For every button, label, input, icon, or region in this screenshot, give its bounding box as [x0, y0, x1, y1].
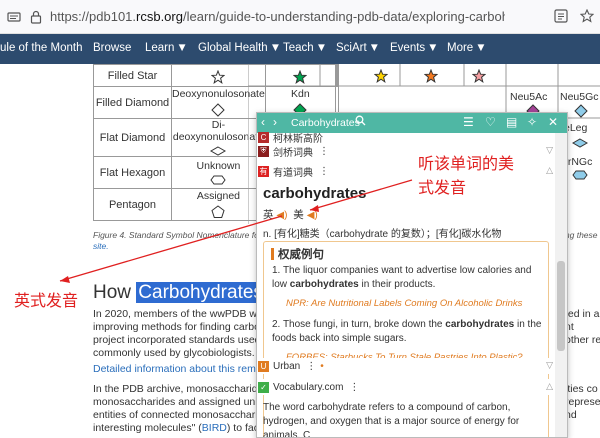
nav-item-more[interactable]: More ▼ [447, 42, 487, 54]
back-arrow-icon[interactable]: ‹ [261, 115, 265, 129]
scrollbar-thumb[interactable] [557, 261, 565, 351]
chevron-down-icon[interactable]: ▽ [546, 360, 553, 371]
chevron-up-icon[interactable]: △ [546, 381, 553, 392]
forward-arrow-icon[interactable]: › [273, 115, 277, 129]
definition: n. [有化]糖类（carbohydrate 的复数）；[有化]碳水化物 [263, 229, 502, 240]
white-flat-diamond-shape [210, 146, 227, 156]
vocabulary-check-icon: ✓ [258, 381, 269, 393]
chevron-up-icon[interactable]: △ [546, 165, 553, 176]
white-hexagon-shape [210, 175, 227, 185]
nav-item-molecule-of-the-month[interactable]: ule of the Month [0, 42, 82, 54]
favorite-heart-icon[interactable]: ♡ [485, 115, 496, 129]
page-info-icon[interactable] [6, 9, 22, 25]
selected-word[interactable]: Carbohydrates [136, 282, 265, 303]
lock-icon[interactable] [28, 9, 44, 25]
paragraph-2-right: ities co represe nd [565, 383, 600, 421]
popup-scrollbar[interactable] [555, 133, 567, 437]
cell-name: Neu5Gc [560, 91, 599, 103]
uk-speaker-icon[interactable]: ◀) [276, 210, 287, 221]
example-2: 2. Those fungi, in turn, broke down the … [272, 319, 542, 344]
wordbook-icon[interactable]: ▤ [506, 115, 517, 129]
white-diamond-shape [211, 103, 226, 117]
nav-item-global-health[interactable]: Global Health ▼ [198, 42, 281, 54]
more-options-icon[interactable]: ⋮ [319, 166, 329, 177]
flame-icon: • [320, 360, 324, 372]
section-marker [271, 248, 274, 260]
row-label: Flat Diamond [93, 118, 172, 157]
source-vocabulary[interactable]: ✓ Vocabulary.com ⋮ △ [257, 379, 553, 395]
collins-icon: C [258, 131, 269, 143]
reader-view-icon[interactable] [554, 9, 568, 26]
chevron-down-icon[interactable]: ▽ [546, 145, 553, 156]
youdao-icon: 有 [258, 165, 269, 177]
chevron-down-icon: ▼ [269, 42, 282, 54]
white-star-shape [211, 70, 226, 84]
site-navigation: ule of the Month Browse Learn ▼ Global He… [0, 34, 600, 64]
annotation-us-pronunciation: 听该单词的美 式发音 [418, 154, 515, 197]
close-icon[interactable]: ✕ [548, 115, 558, 129]
annotation-uk-pronunciation: 英式发音 [14, 291, 79, 310]
chevron-down-icon: ▼ [427, 42, 439, 54]
chevron-down-icon: ▼ [176, 42, 188, 54]
paragraph-1-right: ted in a nt other repo [565, 308, 600, 346]
row-label: Filled Diamond [93, 86, 172, 119]
paragraph-2: In the PDB archive, monosaccharides mono… [93, 383, 263, 434]
nav-item-learn[interactable]: Learn ▼ [145, 42, 188, 54]
chevron-down-icon: ▼ [368, 42, 381, 54]
nav-item-events[interactable]: Events ▼ [390, 42, 439, 54]
bird-link[interactable]: BIRD [202, 422, 227, 434]
caption-link[interactable]: site. [93, 241, 109, 251]
chevron-down-icon: ▼ [315, 42, 328, 54]
row-label: Flat Hexagon [93, 156, 172, 189]
detailed-info-link[interactable]: Detailed information about this remed [93, 363, 263, 376]
yellow-star-shape [374, 69, 388, 83]
row-label: Pentagon [93, 188, 172, 221]
urban-icon: U [258, 360, 269, 372]
light-blue-diamond-shape [574, 104, 588, 118]
source-urban[interactable]: U Urban ⋮ • ▽ [257, 358, 553, 374]
orange-star-shape [424, 69, 438, 83]
menu-icon[interactable]: ☰ [463, 115, 474, 129]
figure-caption: Figure 4. Standard Symbol Nomenclature f… [93, 230, 259, 251]
chevron-down-icon: ▼ [475, 42, 487, 54]
more-options-icon[interactable]: ⋮ [349, 382, 359, 393]
white-pentagon-shape [211, 205, 225, 218]
dictionary-title: Carbohydrates [291, 117, 360, 129]
pronunciation-row: 英 ◀) 美 ◀) [263, 209, 318, 221]
blue-hexagon-shape [572, 170, 588, 180]
address-bar[interactable]: https://pdb101.rcsb.org/learn/guide-to-u… [0, 0, 600, 34]
nav-item-sciart[interactable]: SciArt ▼ [336, 42, 380, 54]
url-text[interactable]: https://pdb101.rcsb.org/learn/guide-to-u… [50, 9, 505, 24]
more-options-icon[interactable]: ⋮ [319, 146, 329, 157]
example-1-source[interactable]: NPR: Are Nutritional Labels Coming On Al… [286, 298, 522, 309]
vocabulary-text: The word carbohydrate refers to a compou… [263, 402, 520, 438]
pin-icon[interactable]: ✧ [527, 115, 537, 129]
pink-star-shape [472, 69, 486, 83]
example-1: 1. The liquor companies want to advertis… [272, 265, 532, 290]
bookmark-star-icon[interactable] [579, 8, 595, 26]
more-options-icon[interactable]: ⋮ [306, 361, 316, 372]
nav-item-browse[interactable]: Browse [93, 42, 131, 54]
paragraph-1: In 2020, members of the wwPDB work impro… [93, 308, 263, 359]
cambridge-icon: ⛨ [258, 145, 269, 157]
figure-caption-right: ing these sy [563, 230, 600, 240]
row-label: Filled Star [93, 64, 172, 87]
cell-name: Neu5Ac [510, 91, 548, 103]
nav-item-teach[interactable]: Teach ▼ [283, 42, 327, 54]
dictionary-popup[interactable]: ‹ › Carbohydrates ☰ ♡ ▤ ✧ ✕ C 柯林斯高阶 ⛨ 剑桥… [256, 112, 568, 438]
blue-flat-diamond-shape [572, 138, 588, 148]
headword: carbohydrates [263, 185, 367, 202]
search-icon[interactable] [355, 115, 366, 129]
examples-title: 权威例句 [278, 249, 324, 261]
us-speaker-icon[interactable]: ◀) [307, 210, 318, 221]
